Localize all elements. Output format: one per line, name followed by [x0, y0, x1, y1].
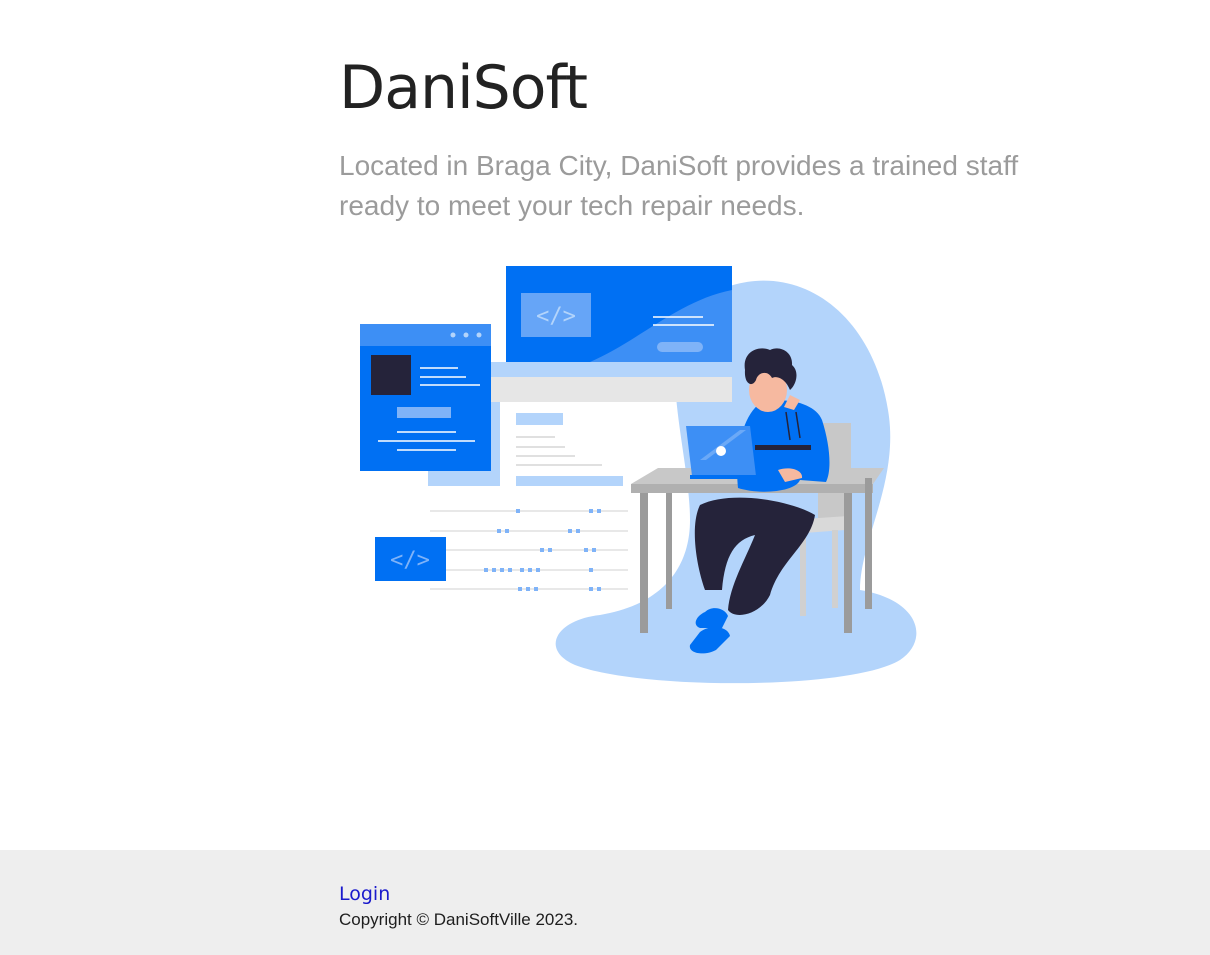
browser-window: [360, 324, 491, 471]
monitor-stand: [490, 377, 732, 402]
hero-section: DaniSoft Located in Braga City, DaniSoft…: [339, 52, 1039, 226]
svg-text:</>: </>: [390, 548, 430, 573]
page-title: DaniSoft: [339, 53, 588, 123]
login-link[interactable]: Login: [339, 880, 390, 908]
footer: Login Copyright © DaniSoftVille 2023.: [0, 850, 1210, 955]
tagline: Located in Braga City, DaniSoft provides…: [339, 150, 1019, 221]
svg-text:</>: </>: [536, 304, 576, 329]
copyright-text: Copyright © DaniSoftVille 2023.: [339, 910, 579, 929]
developer-at-desk-illustration: </> </>: [355, 260, 925, 685]
footer-content: Login Copyright © DaniSoftVille 2023.: [339, 880, 578, 932]
